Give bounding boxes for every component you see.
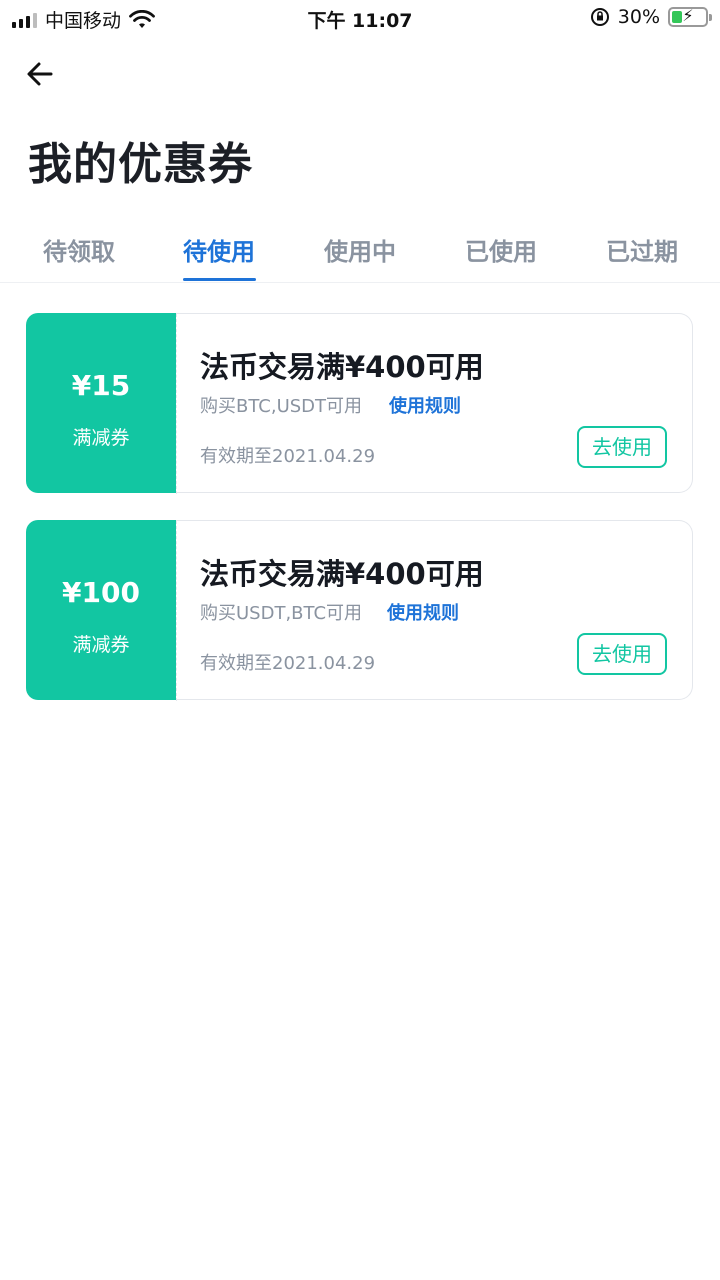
coupon-stub: ¥100 满减券	[26, 520, 176, 700]
back-button[interactable]	[20, 54, 60, 94]
usage-rules-link[interactable]: 使用规则	[387, 599, 459, 625]
coupon-body: 法币交易满¥400可用 购买BTC,USDT可用 使用规则 有效期至2021.0…	[176, 313, 693, 494]
coupon-type: 满减券	[72, 634, 130, 656]
coupon-title: 法币交易满¥400可用	[200, 557, 484, 591]
battery-icon: ⚡	[668, 6, 712, 27]
coupon-card: ¥15 满减券 法币交易满¥400可用 购买BTC,USDT可用 使用规则 有效…	[26, 313, 693, 494]
tab-expired[interactable]: 已过期	[606, 232, 678, 267]
usage-rules-link[interactable]: 使用规则	[389, 392, 461, 418]
coupon-card: ¥100 满减券 法币交易满¥400可用 购买USDT,BTC可用 使用规则 有…	[26, 520, 693, 701]
coupon-title: 法币交易满¥400可用	[200, 350, 484, 384]
coupon-desc: 购买BTC,USDT可用	[200, 396, 363, 417]
coupon-desc: 购买USDT,BTC可用	[200, 603, 363, 624]
status-bar: 中国移动 下午 11:07 30% ⚡	[0, 0, 720, 36]
arrow-left-icon	[27, 62, 53, 86]
use-coupon-button[interactable]: 去使用	[577, 633, 667, 675]
coupon-stub: ¥15 满减券	[26, 313, 176, 493]
active-tab-indicator	[183, 278, 256, 281]
charging-bolt-icon: ⚡	[682, 6, 694, 25]
rotation-lock-icon	[590, 8, 609, 26]
coupon-body: 法币交易满¥400可用 购买USDT,BTC可用 使用规则 有效期至2021.0…	[176, 520, 693, 701]
tab-to-use[interactable]: 待使用	[183, 232, 255, 267]
tab-bar: 待领取 待使用 使用中 已使用 已过期	[0, 224, 720, 283]
page-title: 我的优惠券	[28, 139, 253, 190]
coupon-type: 满减券	[72, 427, 130, 449]
coupon-amount: ¥15	[71, 369, 131, 402]
coupon-amount: ¥100	[62, 576, 140, 609]
coupon-expiry: 有效期至2021.04.29	[200, 446, 376, 467]
battery-percent: 30%	[617, 6, 660, 28]
tab-used[interactable]: 已使用	[465, 232, 537, 267]
coupon-expiry: 有效期至2021.04.29	[200, 653, 376, 674]
tab-to-claim[interactable]: 待领取	[43, 232, 115, 267]
use-coupon-button[interactable]: 去使用	[577, 426, 667, 468]
status-right: 30% ⚡	[590, 6, 712, 28]
tab-in-use[interactable]: 使用中	[324, 232, 396, 267]
